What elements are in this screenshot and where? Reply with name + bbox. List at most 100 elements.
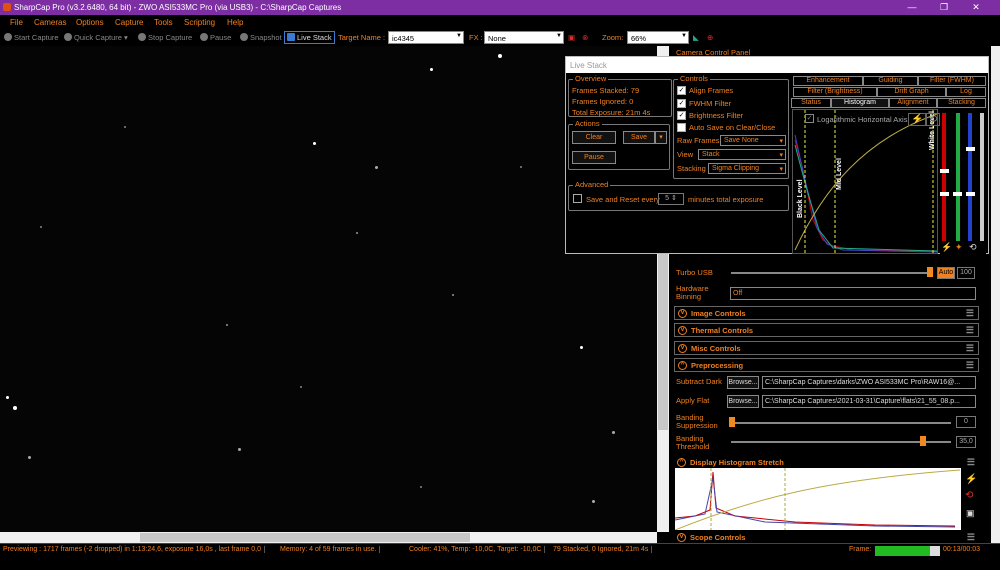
save-reset-value[interactable]: 5 ⇕ xyxy=(658,193,684,205)
menu-tools[interactable]: Tools xyxy=(154,18,173,27)
camera-icon xyxy=(64,33,72,41)
tab-filter-fwhm[interactable]: Filter (FWHM) xyxy=(918,76,986,86)
actions-group: Actions Clear Save ▾ Pause xyxy=(568,119,670,170)
status-preview: Previewing : 1717 frames (-2 dropped) in… xyxy=(3,546,265,553)
banding-threshold-value[interactable]: 35,0 xyxy=(956,436,976,448)
tab-guiding[interactable]: Guiding xyxy=(863,76,918,86)
align-frames-checkbox[interactable]: ✓ xyxy=(677,86,686,95)
save-dropdown-button[interactable]: ▾ xyxy=(655,131,667,144)
tab-alignment[interactable]: Alignment xyxy=(889,98,937,108)
star xyxy=(300,386,302,388)
view-select[interactable]: Stack ▾ xyxy=(698,149,786,160)
save-button[interactable]: Save xyxy=(623,131,655,144)
reset-icon[interactable]: ⟲ xyxy=(926,113,941,126)
save-reset-checkbox[interactable] xyxy=(573,194,582,203)
menu-capture[interactable]: Capture xyxy=(115,18,143,27)
menu-icon[interactable]: ☰ xyxy=(967,457,975,468)
menu-icon[interactable]: ☰ xyxy=(966,343,974,354)
image-preview[interactable] xyxy=(0,46,657,532)
tab-enhancement[interactable]: Enhancement xyxy=(793,76,863,86)
star xyxy=(40,226,42,228)
live-histogram-panel[interactable]: ✓ Logarithmic Horizontal Axis Black Leve… xyxy=(792,109,938,255)
maximize-button[interactable]: ❐ xyxy=(937,1,951,13)
turbo-usb-value[interactable]: 100 xyxy=(957,267,975,279)
banding-suppression-value[interactable]: 0 xyxy=(956,416,976,428)
banding-threshold-slider[interactable] xyxy=(920,436,926,446)
preprocessing-section[interactable]: ^ Preprocessing ☰ xyxy=(674,358,979,372)
auto-stretch-icon[interactable]: ⚡ xyxy=(908,113,927,126)
start-capture-button[interactable]: Start Capture xyxy=(4,33,59,42)
right-panel-scrollbar[interactable] xyxy=(991,46,1000,543)
reset-levels-icon[interactable]: ⟲ xyxy=(969,242,977,253)
stacking-select[interactable]: Sigma Clipping ▾ xyxy=(708,163,786,174)
quick-capture-button[interactable]: Quick Capture ▾ xyxy=(64,33,128,42)
turbo-usb-auto[interactable]: Auto xyxy=(937,267,955,279)
menu-icon[interactable]: ☰ xyxy=(966,360,974,371)
thermal-controls-section[interactable]: v Thermal Controls ☰ xyxy=(674,323,979,337)
menu-file[interactable]: File xyxy=(10,18,23,27)
target-icon[interactable]: ⊗ xyxy=(582,33,588,42)
tab-status[interactable]: Status xyxy=(791,98,831,108)
chevron-down-icon: v xyxy=(678,344,687,353)
blue-black-handle[interactable] xyxy=(966,192,975,196)
menu-help[interactable]: Help xyxy=(227,18,243,27)
status-stacked: 79 Stacked, 0 Ignored, 21m 4s xyxy=(553,546,653,553)
apply-flat-path[interactable]: C:\SharpCap Captures\2021-03-31\Capture\… xyxy=(762,395,976,408)
menu-cameras[interactable]: Cameras xyxy=(34,18,66,27)
live-stack-button[interactable]: Live Stack xyxy=(284,31,335,44)
image-horizontal-scroll-thumb[interactable] xyxy=(140,533,470,542)
pause-button[interactable]: Pause xyxy=(200,33,231,42)
brightness-filter-checkbox[interactable]: ✓ xyxy=(677,111,686,120)
hardware-binning-select[interactable]: Off xyxy=(730,287,976,300)
fx-select[interactable]: None ▼ xyxy=(484,31,564,44)
image-controls-section[interactable]: v Image Controls ☰ xyxy=(674,306,979,320)
reset-icon[interactable]: ⟲ xyxy=(965,490,973,501)
save-icon[interactable]: ▣ xyxy=(966,508,975,519)
overview-title: Overview xyxy=(573,74,609,83)
display-histogram-graph[interactable] xyxy=(675,468,961,530)
pause-button[interactable]: Pause xyxy=(572,151,616,164)
live-histogram-graph xyxy=(794,110,938,255)
tab-drift-graph[interactable]: Drift Graph xyxy=(877,87,946,97)
tab-log[interactable]: Log xyxy=(946,87,986,97)
auto-stretch-icon[interactable]: ⚡ xyxy=(965,474,977,485)
blue-level-handle[interactable] xyxy=(966,147,975,151)
advanced-title: Advanced xyxy=(573,180,611,189)
subtract-dark-path[interactable]: C:\SharpCap Captures\darks\ZWO ASI533MC … xyxy=(762,376,976,389)
menu-icon[interactable]: ☰ xyxy=(967,532,975,543)
red-black-handle[interactable] xyxy=(940,192,949,196)
mid-level-label: Mid Level xyxy=(836,158,843,190)
tab-histogram[interactable]: Histogram xyxy=(831,98,889,108)
star-levels-icon[interactable]: ✦ xyxy=(955,242,963,253)
fwhm-filter-checkbox[interactable]: ✓ xyxy=(677,99,686,108)
stop-capture-button[interactable]: Stop Capture xyxy=(138,33,192,42)
menu-icon[interactable]: ☰ xyxy=(966,325,974,336)
raw-frames-select[interactable]: Save None ▾ xyxy=(720,135,786,146)
clear-button[interactable]: Clear xyxy=(572,131,616,144)
turbo-usb-slider[interactable] xyxy=(927,267,933,277)
raw-frames-label: Raw Frames xyxy=(677,136,720,145)
misc-controls-section[interactable]: v Misc Controls ☰ xyxy=(674,341,979,355)
minimize-button[interactable]: — xyxy=(905,1,919,13)
status-memory: Memory: 4 of 59 frames in use. xyxy=(280,546,381,553)
apply-flat-browse-button[interactable]: Browse... xyxy=(727,395,759,408)
close-button[interactable]: ✕ xyxy=(969,1,983,13)
snapshot-button[interactable]: Snapshot xyxy=(240,33,282,42)
log-axis-checkbox[interactable]: ✓ xyxy=(805,114,814,123)
zoom-select[interactable]: 66% ▼ xyxy=(627,31,689,44)
green-black-handle[interactable] xyxy=(953,192,962,196)
banding-suppression-slider[interactable] xyxy=(729,417,735,427)
menu-icon[interactable]: ☰ xyxy=(966,308,974,319)
reticle-icon[interactable]: ⊕ xyxy=(707,33,713,42)
auto-levels-icon[interactable]: ⚡ xyxy=(941,242,952,253)
red-level-handle[interactable] xyxy=(940,169,949,173)
tab-filter-brightness[interactable]: Filter (Brightness) xyxy=(793,87,877,97)
histogram-icon[interactable]: ◣ xyxy=(693,33,699,42)
tab-stacking[interactable]: Stacking xyxy=(937,98,986,108)
menu-scripting[interactable]: Scripting xyxy=(184,18,215,27)
subtract-dark-browse-button[interactable]: Browse... xyxy=(727,376,759,389)
auto-save-checkbox[interactable] xyxy=(677,123,686,132)
record-icon[interactable]: ▣ xyxy=(568,33,575,42)
menu-options[interactable]: Options xyxy=(76,18,104,27)
target-name-input[interactable]: ic4345 ▼ xyxy=(388,31,464,44)
